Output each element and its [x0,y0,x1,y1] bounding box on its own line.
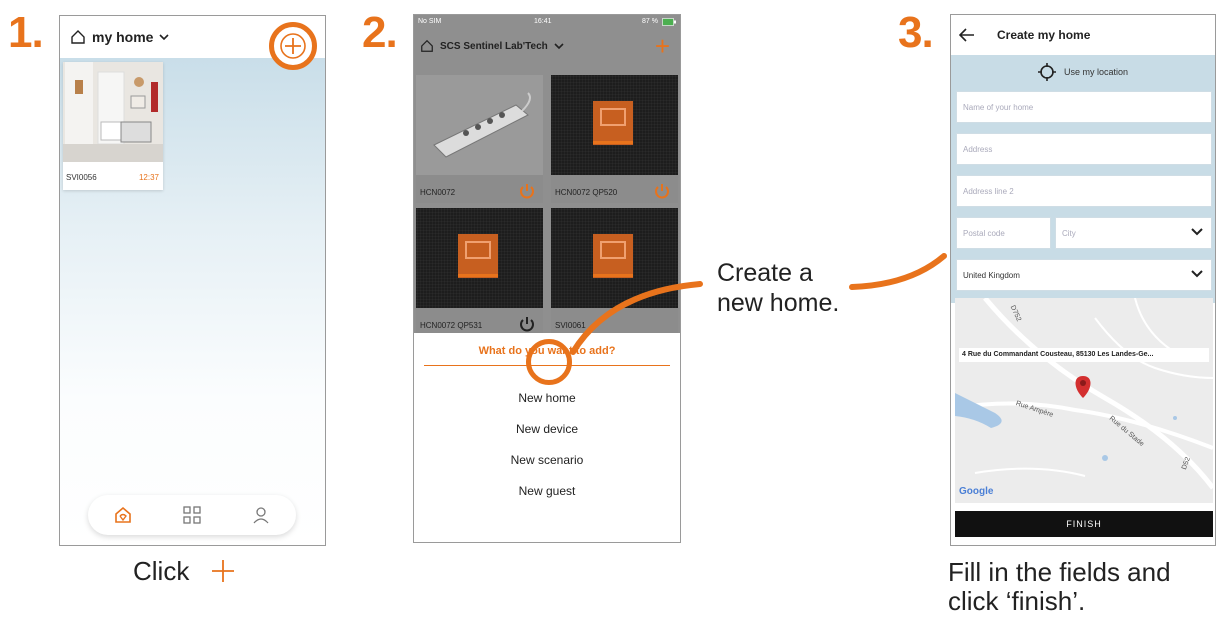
caption-fill: Fill in the fields and click ‘finish’. [948,558,1171,616]
map-address-label: 4 Rue du Commandant Cousteau, 85130 Les … [959,348,1209,362]
callout-line-2: new home. [717,289,840,317]
callout-text: Create a new home. [717,258,839,318]
phone-screen-3: Create my home Use my location Name of y… [950,14,1216,546]
home-name-field[interactable]: Name of your home [956,91,1212,123]
home-form: Use my location Name of your home Addres… [951,55,1215,303]
address-field[interactable]: Address [956,133,1212,165]
page-title: Create my home [997,28,1091,42]
country-select-value: United Kingdom [963,270,1020,280]
finish-button[interactable]: FINISH [955,511,1213,537]
back-arrow-icon[interactable] [959,28,975,42]
google-logo: Google [959,486,994,497]
location-target-icon [1037,63,1056,81]
address-line-2-field[interactable]: Address line 2 [956,175,1212,207]
use-location-button[interactable]: Use my location [951,63,1215,81]
caption-fill-line-2: click ‘finish’. [948,586,1086,616]
chevron-down-icon [1191,270,1203,278]
use-location-label: Use my location [1063,67,1129,77]
top-bar: Create my home [951,15,1215,55]
location-map[interactable]: D752 Rue Ampère Rue du Stade D52 4 Rue d… [955,298,1213,503]
postal-code-field[interactable]: Postal code [956,217,1051,249]
city-select[interactable]: City [1055,217,1212,249]
callout-line-1: Create a [717,259,813,287]
caption-fill-line-1: Fill in the fields and [948,557,1171,587]
country-select[interactable]: United Kingdom [956,259,1212,291]
chevron-down-icon [1191,228,1203,236]
city-select-value: City [1062,228,1076,238]
